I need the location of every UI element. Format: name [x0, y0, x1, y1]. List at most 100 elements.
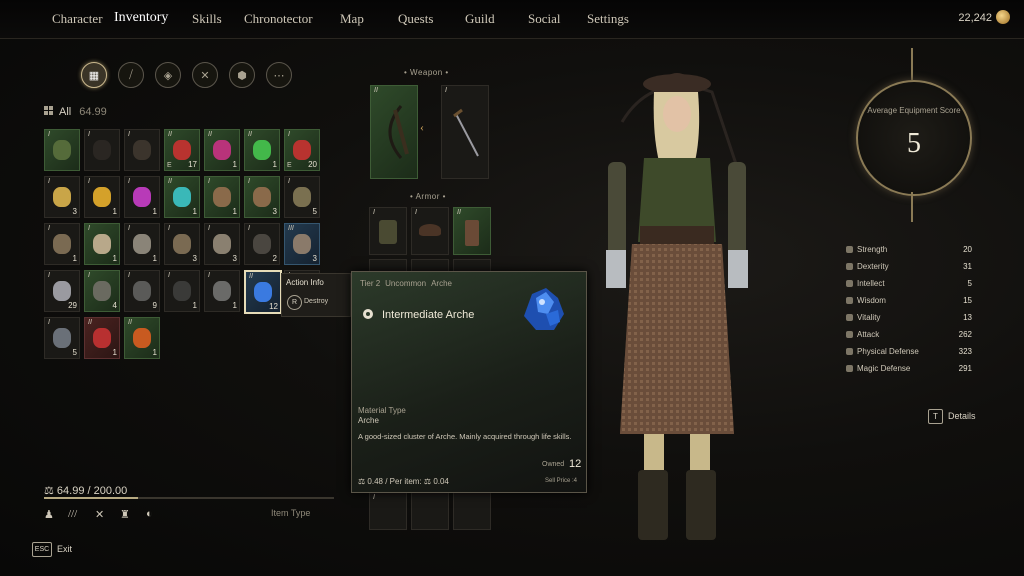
inventory-slot[interactable]: I3 [204, 223, 240, 265]
chest-armor-icon [379, 220, 397, 244]
destroy-key-icon[interactable]: R [287, 295, 302, 310]
filter-tools-icon[interactable]: ✕ [192, 62, 218, 88]
inventory-slot[interactable]: II E 17 [164, 129, 200, 171]
inventory-slot[interactable]: I [44, 129, 80, 171]
inventory-slot[interactable]: II 1 [124, 317, 160, 359]
filter-box-icon[interactable]: ⬢ [229, 62, 255, 88]
inventory-slot[interactable]: III 3 [284, 223, 320, 265]
material-icon [363, 309, 373, 319]
item-icon [93, 140, 111, 160]
item-icon [53, 328, 71, 348]
accessory-slot-1[interactable]: I [369, 492, 407, 530]
inventory-slot[interactable]: II 1 [164, 176, 200, 218]
inventory-slot[interactable]: I1 [164, 270, 200, 312]
nav-guild[interactable]: Guild [465, 11, 495, 27]
weight-readout: ⚖ 64.99 / 200.00 [44, 484, 127, 497]
grid-icon [44, 106, 53, 115]
weapon-slot-main[interactable]: II [370, 85, 418, 179]
item-count: 3 [232, 254, 237, 263]
armor-slot-chest[interactable]: I [369, 207, 407, 255]
tier-mark: I [208, 272, 210, 279]
nav-chronotector[interactable]: Chronotector [244, 11, 313, 27]
inventory-slot[interactable]: I1 [124, 176, 160, 218]
inventory-slot[interactable]: I1 [44, 223, 80, 265]
inventory-slot[interactable]: I E 20 [284, 129, 320, 171]
inventory-slot[interactable]: I1 [84, 223, 120, 265]
item-count: 3 [192, 254, 197, 263]
item-count: 1 [112, 348, 117, 357]
nav-social[interactable]: Social [528, 11, 561, 27]
armor-slot-head[interactable]: I [411, 207, 449, 255]
weight-bar-fill [44, 497, 139, 499]
inventory-slot[interactable]: I5 [284, 176, 320, 218]
arche-crystal-icon [524, 288, 564, 330]
filter-weapon-icon[interactable]: ⧸ [118, 62, 144, 88]
nav-skills[interactable]: Skills [192, 11, 222, 27]
weight-per-item: 0.04 [433, 477, 449, 486]
inventory-slot[interactable]: I2 [244, 223, 280, 265]
inventory-slot[interactable]: I9 [124, 270, 160, 312]
inventory-slot[interactable]: I 29 [44, 270, 80, 312]
filter-armor-icon[interactable]: ◈ [155, 62, 181, 88]
inventory-slot[interactable]: I1 [84, 176, 120, 218]
nav-map[interactable]: Map [340, 11, 364, 27]
inventory-slot[interactable]: I1 [124, 223, 160, 265]
item-icon [53, 140, 71, 160]
swap-arrow-icon[interactable]: ‹ [420, 120, 434, 138]
filter-all-icon[interactable]: ▦ [81, 62, 107, 88]
inventory-slot[interactable]: II 1 [84, 317, 120, 359]
stat-row: Attack 262 [846, 330, 972, 339]
average-equipment-score: Average Equipment Score 5 [856, 80, 972, 196]
inventory-slot[interactable]: I [124, 129, 160, 171]
item-count: 1 [112, 207, 117, 216]
item-icon [293, 187, 311, 207]
inventory-slot[interactable]: I1 [204, 270, 240, 312]
equip-mark: E [287, 162, 292, 169]
armor-slot-legs[interactable]: II [453, 207, 491, 255]
category-tools-icon[interactable]: ✕ [95, 508, 104, 521]
inventory-slot[interactable]: II 12 [244, 270, 282, 314]
nav-inventory[interactable]: Inventory [114, 10, 168, 26]
item-icon [53, 187, 71, 207]
nav-quests[interactable]: Quests [398, 11, 433, 27]
exit-key-icon[interactable]: ESC [32, 542, 52, 557]
inventory-slot[interactable]: I5 [44, 317, 80, 359]
category-armor-icon[interactable]: ♟ [44, 508, 54, 521]
item-count: 1 [232, 207, 237, 216]
dexterity-icon [846, 263, 853, 270]
category-bars-icon[interactable]: /// [68, 508, 77, 520]
inventory-slot[interactable]: II 1 [244, 129, 280, 171]
item-count: 4 [112, 301, 117, 310]
item-count: 2 [272, 254, 277, 263]
stat-value: 323 [958, 347, 972, 356]
tier-mark: I [373, 494, 375, 501]
item-count: 29 [68, 301, 77, 310]
nav-settings[interactable]: Settings [587, 11, 629, 27]
inventory-slot[interactable]: I [84, 129, 120, 171]
nav-character[interactable]: Character [52, 11, 103, 27]
details-key-icon[interactable]: T [928, 409, 943, 424]
inventory-slot[interactable]: II 1 [204, 129, 240, 171]
destroy-button[interactable]: Destroy [304, 298, 328, 305]
weight-bar [44, 497, 334, 499]
inventory-slot[interactable]: I3 [244, 176, 280, 218]
category-circle-icon[interactable]: ◐ [146, 508, 153, 520]
details-button[interactable]: Details [948, 411, 976, 421]
material-type-value: Arche [358, 416, 379, 425]
inventory-slot[interactable]: I4 [84, 270, 120, 312]
item-type-sort[interactable]: Item Type [271, 508, 310, 518]
filter-more-icon[interactable]: ⋯ [266, 62, 292, 88]
inventory-slot[interactable]: I1 [204, 176, 240, 218]
exit-label[interactable]: Exit [57, 544, 72, 554]
category-bag-icon[interactable]: ♜ [120, 508, 130, 521]
weapon-slot-off[interactable]: I [441, 85, 489, 179]
tier-mark: I [88, 272, 90, 279]
item-icon [133, 328, 151, 348]
tier-mark: II [374, 87, 378, 94]
inventory-slot[interactable]: I3 [164, 223, 200, 265]
stat-row: Vitality 13 [846, 313, 972, 322]
accessory-slot-2[interactable] [411, 492, 449, 530]
accessory-slot-3[interactable] [453, 492, 491, 530]
tier-mark: II [168, 178, 172, 185]
inventory-slot[interactable]: I3 [44, 176, 80, 218]
